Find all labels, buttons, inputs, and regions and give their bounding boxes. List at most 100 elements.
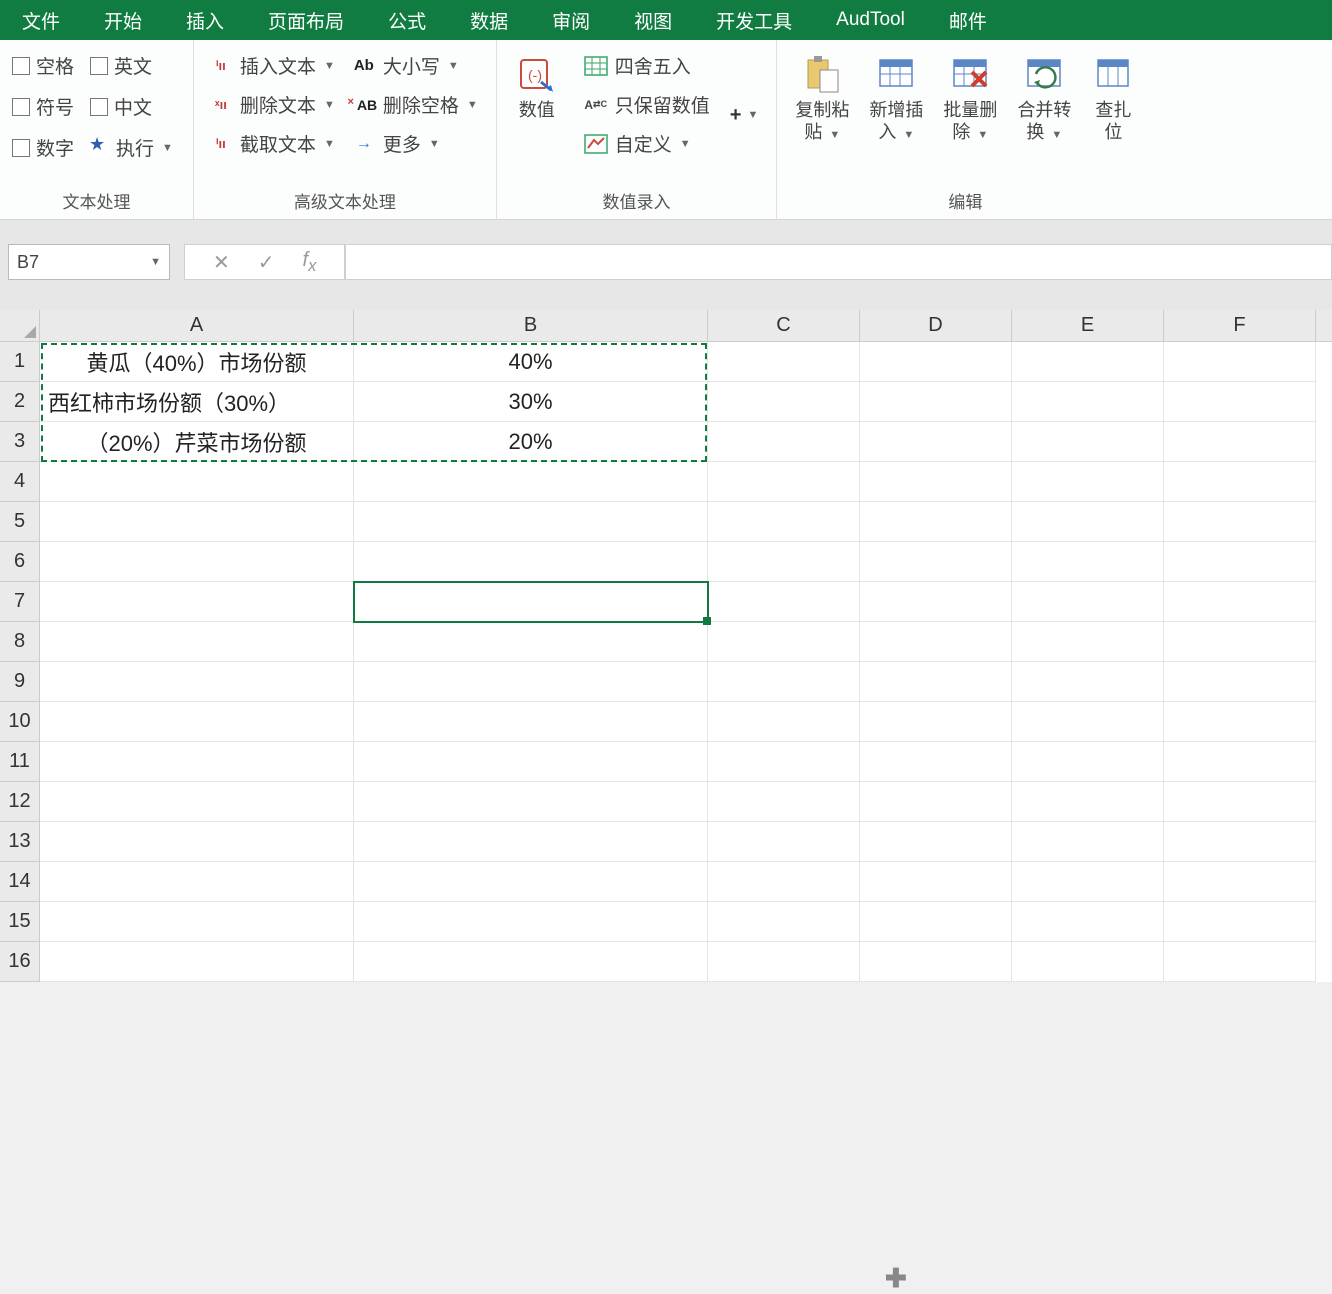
cell-B9[interactable]: [354, 662, 708, 702]
cell-E11[interactable]: [1012, 742, 1164, 782]
chevron-down-icon[interactable]: ▼: [150, 256, 161, 268]
cell-A12[interactable]: [40, 782, 354, 822]
cell-B3[interactable]: 20%: [354, 422, 708, 462]
cell-A15[interactable]: [40, 902, 354, 942]
cell-A11[interactable]: [40, 742, 354, 782]
btn-custom[interactable]: 自定义▼: [583, 130, 710, 157]
cell-B8[interactable]: [354, 622, 708, 662]
btn-remove-space[interactable]: ×AB删除空格▼: [351, 91, 478, 118]
cell-B10[interactable]: [354, 702, 708, 742]
cell-D9[interactable]: [860, 662, 1012, 702]
cell-F7[interactable]: [1164, 582, 1316, 622]
cell-A2[interactable]: 西红柿市场份额（30%）: [40, 382, 354, 422]
row-header-5[interactable]: 5: [0, 502, 40, 542]
col-header-A[interactable]: A: [40, 310, 354, 341]
check-space[interactable]: 空格: [12, 52, 74, 79]
cell-C14[interactable]: [708, 862, 860, 902]
cell-D10[interactable]: [860, 702, 1012, 742]
cell-A10[interactable]: [40, 702, 354, 742]
cell-D3[interactable]: [860, 422, 1012, 462]
cell-F6[interactable]: [1164, 542, 1316, 582]
row-header-13[interactable]: 13: [0, 822, 40, 862]
cell-A3[interactable]: （20%）芹菜市场份额: [40, 422, 354, 462]
tab-page-layout[interactable]: 页面布局: [246, 0, 366, 40]
cell-E15[interactable]: [1012, 902, 1164, 942]
cell-C7[interactable]: [708, 582, 860, 622]
btn-merge-convert[interactable]: 合并转换 ▼: [1007, 46, 1081, 184]
cell-A13[interactable]: [40, 822, 354, 862]
btn-more[interactable]: →更多▼: [351, 130, 478, 157]
cell-F3[interactable]: [1164, 422, 1316, 462]
cell-D5[interactable]: [860, 502, 1012, 542]
cell-B7[interactable]: [354, 582, 708, 622]
tab-data[interactable]: 数据: [448, 0, 530, 40]
cell-A4[interactable]: [40, 462, 354, 502]
cell-E14[interactable]: [1012, 862, 1164, 902]
cell-D11[interactable]: [860, 742, 1012, 782]
cell-B4[interactable]: [354, 462, 708, 502]
cell-D8[interactable]: [860, 622, 1012, 662]
btn-numeric-value[interactable]: (-) 数值: [505, 46, 569, 184]
cell-B14[interactable]: [354, 862, 708, 902]
cell-C16[interactable]: [708, 942, 860, 982]
btn-extract-text[interactable]: ⁱıı截取文本▼: [208, 130, 335, 157]
check-chinese[interactable]: 中文: [90, 93, 173, 120]
cell-C11[interactable]: [708, 742, 860, 782]
check-symbol[interactable]: 符号: [12, 93, 74, 120]
row-header-2[interactable]: 2: [0, 382, 40, 422]
btn-round[interactable]: 四舍五入: [583, 52, 710, 79]
col-header-F[interactable]: F: [1164, 310, 1316, 341]
cell-B13[interactable]: [354, 822, 708, 862]
cell-C13[interactable]: [708, 822, 860, 862]
col-header-E[interactable]: E: [1012, 310, 1164, 341]
row-header-4[interactable]: 4: [0, 462, 40, 502]
cell-C3[interactable]: [708, 422, 860, 462]
cell-D15[interactable]: [860, 902, 1012, 942]
row-header-8[interactable]: 8: [0, 622, 40, 662]
cell-C12[interactable]: [708, 782, 860, 822]
cell-F9[interactable]: [1164, 662, 1316, 702]
cell-E9[interactable]: [1012, 662, 1164, 702]
cell-E4[interactable]: [1012, 462, 1164, 502]
cell-E7[interactable]: [1012, 582, 1164, 622]
cell-F4[interactable]: [1164, 462, 1316, 502]
cell-D12[interactable]: [860, 782, 1012, 822]
row-header-11[interactable]: 11: [0, 742, 40, 782]
cell-C4[interactable]: [708, 462, 860, 502]
fx-icon[interactable]: fx: [303, 249, 317, 276]
name-box[interactable]: B7▼: [8, 244, 170, 280]
btn-insert-text[interactable]: ⁱıı插入文本▼: [208, 52, 335, 79]
cell-D7[interactable]: [860, 582, 1012, 622]
cell-A6[interactable]: [40, 542, 354, 582]
cell-E3[interactable]: [1012, 422, 1164, 462]
tab-review[interactable]: 审阅: [530, 0, 612, 40]
cell-C15[interactable]: [708, 902, 860, 942]
cell-B11[interactable]: [354, 742, 708, 782]
cell-B6[interactable]: [354, 542, 708, 582]
cell-D1[interactable]: [860, 342, 1012, 382]
cell-F11[interactable]: [1164, 742, 1316, 782]
plus-separator-icon[interactable]: +▼: [720, 46, 769, 184]
cell-A8[interactable]: [40, 622, 354, 662]
row-header-14[interactable]: 14: [0, 862, 40, 902]
cell-F12[interactable]: [1164, 782, 1316, 822]
btn-find-locate[interactable]: 查扎位: [1081, 46, 1145, 184]
tab-mail[interactable]: 邮件: [927, 0, 1009, 40]
cell-A9[interactable]: [40, 662, 354, 702]
cell-F2[interactable]: [1164, 382, 1316, 422]
cell-B5[interactable]: [354, 502, 708, 542]
btn-keep-value-only[interactable]: A⇄C只保留数值: [583, 91, 710, 118]
cell-E12[interactable]: [1012, 782, 1164, 822]
cell-F13[interactable]: [1164, 822, 1316, 862]
cell-B16[interactable]: [354, 942, 708, 982]
btn-batch-delete[interactable]: 批量删除 ▼: [933, 46, 1007, 184]
cell-D4[interactable]: [860, 462, 1012, 502]
row-header-16[interactable]: 16: [0, 942, 40, 982]
cell-C10[interactable]: [708, 702, 860, 742]
cell-F8[interactable]: [1164, 622, 1316, 662]
cell-F5[interactable]: [1164, 502, 1316, 542]
cell-E6[interactable]: [1012, 542, 1164, 582]
check-number[interactable]: 数字: [12, 134, 74, 161]
btn-copy-paste[interactable]: 复制粘贴 ▼: [785, 46, 859, 184]
row-header-9[interactable]: 9: [0, 662, 40, 702]
